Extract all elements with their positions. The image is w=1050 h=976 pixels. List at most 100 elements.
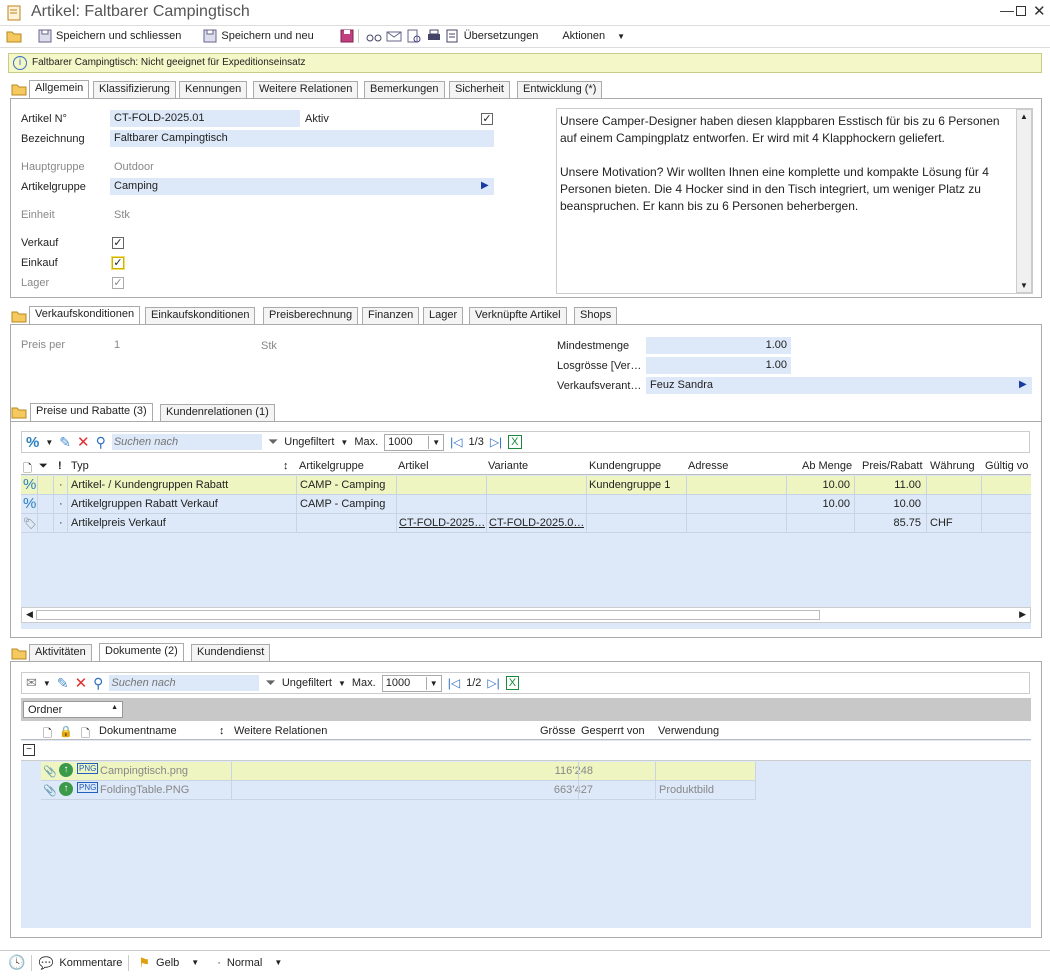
first-page-icon[interactable]: |◁	[448, 676, 460, 690]
filter-icon[interactable]: ⏷	[265, 675, 275, 691]
delete-icon[interactable]: ✕	[77, 433, 90, 451]
flag-dropdown[interactable]: Gelb	[156, 957, 179, 969]
col-ab-menge[interactable]: Ab Menge	[802, 460, 852, 472]
chevron-down-icon[interactable]: ▼	[274, 958, 282, 967]
maximize-button[interactable]	[1016, 6, 1026, 16]
tab-aktivitaeten[interactable]: Aktivitäten	[29, 644, 92, 661]
actions-menu[interactable]: Aktionen	[562, 30, 605, 42]
doc-filter-dropdown[interactable]: Ungefiltert	[282, 677, 332, 689]
description-textarea[interactable]: Unsere Camper-Designer haben diesen klap…	[556, 108, 1033, 294]
table-row[interactable]: 📎 ↑ PNG FoldingTable.PNG 663’427 Produkt…	[41, 781, 755, 800]
table-row[interactable]: % · Artikel- / Kundengruppen Rabatt CAMP…	[21, 476, 1031, 495]
tab-shops[interactable]: Shops	[574, 307, 618, 324]
group-row[interactable]: −	[21, 741, 1031, 761]
artikel-nr-field[interactable]: CT-FOLD-2025.01	[110, 110, 300, 127]
verkaufsverantwortlicher-field[interactable]: Feuz Sandra	[646, 377, 1032, 394]
translations-button[interactable]: Übersetzungen	[464, 30, 539, 42]
folder-icon[interactable]	[6, 29, 22, 43]
collapse-icon[interactable]: −	[23, 744, 35, 756]
tab-klassifizierung[interactable]: Klassifizierung	[93, 81, 176, 98]
chevron-down-icon[interactable]: ▼	[43, 679, 51, 688]
doc-max-select[interactable]: 1000 ▼	[381, 674, 442, 692]
verkauf-checkbox[interactable]: ✓	[112, 237, 124, 249]
col-gesperrt-von[interactable]: Gesperrt von	[581, 725, 645, 737]
col-preis-rabatt[interactable]: Preis/Rabatt	[862, 460, 923, 472]
filter-dropdown[interactable]: Ungefiltert	[284, 436, 334, 448]
next-page-icon[interactable]: ▷|	[487, 676, 499, 690]
chevron-down-icon[interactable]: ▼	[425, 676, 441, 690]
table-row[interactable]: 📎 ↑ PNG Campingtisch.png 116’248	[41, 762, 755, 781]
chevron-right-icon[interactable]: ▶	[481, 180, 489, 191]
first-page-icon[interactable]: |◁	[450, 435, 462, 449]
chevron-down-icon[interactable]: ▼	[340, 438, 348, 447]
col-artikel[interactable]: Artikel	[398, 460, 429, 472]
filter-icon[interactable]: ⏷	[268, 434, 278, 450]
percent-icon[interactable]: %	[26, 434, 39, 451]
col-verwendung[interactable]: Verwendung	[658, 725, 719, 737]
tab-dokumente[interactable]: Dokumente (2)	[99, 643, 184, 662]
next-page-icon[interactable]: ▷|	[490, 435, 502, 449]
col-kundengruppe[interactable]: Kundengruppe	[589, 460, 661, 472]
excel-export-icon[interactable]: X	[508, 435, 522, 449]
bezeichnung-field[interactable]: Faltbarer Campingtisch	[110, 130, 494, 147]
tab-verkaufskonditionen[interactable]: Verkaufskonditionen	[29, 306, 141, 325]
minimize-button[interactable]: —	[1000, 2, 1014, 18]
tab-preisberechnung[interactable]: Preisberechnung	[263, 307, 359, 324]
binoculars-icon[interactable]	[366, 29, 382, 43]
col-typ[interactable]: Typ	[71, 460, 89, 472]
tab-einkaufskonditionen[interactable]: Einkaufskonditionen	[145, 307, 256, 324]
table-row[interactable]: % · Artikelgruppen Rabatt Verkauf CAMP -…	[21, 495, 1031, 514]
col-dokumentname[interactable]: Dokumentname	[99, 725, 177, 737]
chevron-right-icon[interactable]: ▶	[1019, 379, 1027, 390]
excel-export-icon[interactable]: X	[505, 676, 520, 690]
tab-kundenrelationen[interactable]: Kundenrelationen (1)	[160, 404, 275, 421]
col-adresse[interactable]: Adresse	[688, 460, 728, 472]
tab-finanzen[interactable]: Finanzen	[362, 307, 420, 324]
priority-dropdown[interactable]: Normal	[227, 957, 262, 969]
col-artikelgruppe[interactable]: Artikelgruppe	[299, 460, 364, 472]
tab-kennungen[interactable]: Kennungen	[179, 81, 248, 98]
chevron-down-icon[interactable]: ▼	[617, 32, 625, 41]
horizontal-scrollbar[interactable]: ◀ ▶	[21, 607, 1031, 623]
description-scrollbar[interactable]: ▲ ▼	[1016, 109, 1032, 293]
delete-icon[interactable]: ✕	[75, 674, 88, 692]
save-close-button[interactable]: Speichern und schliessen	[56, 30, 181, 42]
tab-verknuepfte-artikel[interactable]: Verknüpfte Artikel	[469, 307, 567, 324]
col-gueltig[interactable]: Gültig vo	[985, 460, 1028, 472]
document-search-icon[interactable]	[406, 29, 422, 43]
einkauf-checkbox[interactable]: ✓	[112, 257, 124, 269]
mail-icon[interactable]: ✉	[26, 675, 37, 691]
col-weitere-relationen[interactable]: Weitere Relationen	[234, 725, 327, 737]
chevron-down-icon[interactable]: ▼	[338, 679, 346, 688]
search-input[interactable]	[111, 434, 262, 450]
losgroesse-field[interactable]: 1.00	[646, 357, 791, 374]
artikelgruppe-field[interactable]: Camping	[110, 178, 494, 195]
artikel-link[interactable]: CT-FOLD-2025…	[399, 517, 485, 529]
save-icon[interactable]	[340, 29, 354, 43]
comments-button[interactable]: Kommentare	[59, 957, 122, 969]
history-icon[interactable]: 🕓	[8, 954, 25, 971]
edit-icon[interactable]: ✎	[59, 434, 71, 451]
printer-icon[interactable]	[426, 29, 442, 43]
table-row[interactable]: 🏷 · Artikelpreis Verkauf CT-FOLD-2025… C…	[21, 514, 1031, 533]
tab-entwicklung[interactable]: Entwicklung (*)	[517, 81, 603, 98]
max-select[interactable]: 1000 ▼	[384, 433, 445, 451]
tab-preise-rabatte[interactable]: Preise und Rabatte (3)	[30, 403, 153, 422]
chevron-down-icon[interactable]: ▼	[191, 958, 199, 967]
col-groesse[interactable]: Grösse	[540, 725, 575, 737]
aktiv-checkbox[interactable]: ✓	[481, 113, 493, 125]
save-new-button[interactable]: Speichern und neu	[221, 30, 313, 42]
chevron-down-icon[interactable]: ▼	[428, 435, 443, 449]
mail-icon[interactable]	[386, 29, 402, 43]
chevron-down-icon[interactable]: ▼	[45, 438, 53, 447]
tab-kundendienst[interactable]: Kundendienst	[191, 644, 271, 661]
variante-link[interactable]: CT-FOLD-2025.0…	[489, 517, 584, 529]
tab-bemerkungen[interactable]: Bemerkungen	[364, 81, 445, 98]
tab-lager[interactable]: Lager	[423, 307, 464, 324]
doc-search-input[interactable]	[109, 675, 260, 691]
col-variante[interactable]: Variante	[488, 460, 528, 472]
tab-sicherheit[interactable]: Sicherheit	[449, 81, 510, 98]
col-waehrung[interactable]: Währung	[930, 460, 975, 472]
tab-weitere-relationen[interactable]: Weitere Relationen	[253, 81, 359, 98]
close-button[interactable]: ✕	[1033, 2, 1046, 20]
